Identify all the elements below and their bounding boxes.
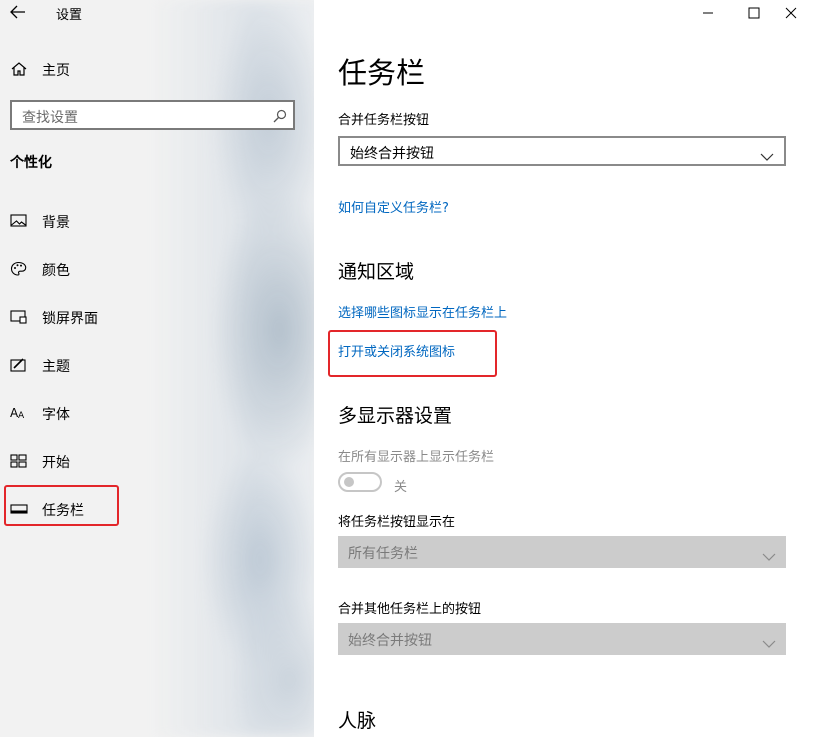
highlight-system-icons-link: [328, 330, 497, 377]
show-on-all-displays-label: 在所有显示器上显示任务栏: [338, 450, 495, 465]
search-icon: [273, 108, 287, 127]
svg-text:A: A: [18, 411, 25, 421]
section-title: 个性化: [10, 155, 52, 171]
sidebar-item-label: 开始: [42, 455, 70, 471]
highlight-taskbar-item: [4, 485, 119, 526]
close-button[interactable]: [768, 0, 814, 26]
chevron-down-icon: [762, 633, 776, 652]
lock-screen-icon: [10, 309, 28, 325]
sidebar-item-label: 锁屏界面: [42, 311, 98, 327]
sidebar-item-background[interactable]: 背景: [0, 201, 300, 241]
search-placeholder: 查找设置: [22, 110, 78, 126]
back-button[interactable]: [4, 0, 32, 26]
home-icon: [10, 61, 28, 77]
show-on-all-displays-toggle[interactable]: [338, 472, 382, 492]
people-heading: 人脉: [338, 710, 377, 732]
sidebar-item-home[interactable]: 主页: [0, 49, 300, 89]
sidebar-item-fonts[interactable]: AA 字体: [0, 393, 300, 433]
sidebar: 设置 主页 查找设置 个性化 背景 颜色 锁屏界面 主题 A A 字体 开始 任…: [0, 0, 314, 737]
chevron-down-icon: [760, 146, 774, 165]
search-input[interactable]: 查找设置: [10, 100, 295, 130]
show-buttons-on-label: 将任务栏按钮显示在: [338, 515, 456, 530]
show-buttons-on-dropdown[interactable]: 所有任务栏: [338, 536, 786, 568]
minimize-button[interactable]: [685, 0, 731, 26]
palette-icon: [10, 261, 28, 277]
sidebar-item-start[interactable]: 开始: [0, 441, 300, 481]
select-icons-link[interactable]: 选择哪些图标显示在任务栏上: [338, 302, 507, 321]
toggle-state-label: 关: [394, 480, 408, 495]
sidebar-item-label: 主页: [42, 63, 70, 79]
page-title: 任务栏: [338, 56, 426, 90]
font-icon: AA: [10, 405, 28, 421]
start-tiles-icon: [10, 453, 28, 469]
app-title: 设置: [56, 8, 83, 23]
notification-area-heading: 通知区域: [338, 261, 415, 283]
picture-icon: [10, 213, 28, 229]
sidebar-item-label: 字体: [42, 407, 70, 423]
combine-other-taskbars-label: 合并其他任务栏上的按钮: [338, 602, 482, 617]
theme-brush-icon: [10, 357, 28, 373]
maximize-icon: [748, 7, 760, 19]
minimize-icon: [703, 12, 713, 14]
sidebar-item-label: 背景: [42, 215, 70, 231]
sidebar-item-label: 颜色: [42, 263, 70, 279]
sidebar-item-label: 主题: [42, 359, 70, 375]
back-arrow-icon: [10, 5, 25, 19]
sidebar-item-lock-screen[interactable]: 锁屏界面: [0, 297, 300, 337]
chevron-down-icon: [762, 546, 776, 565]
combine-buttons-dropdown[interactable]: 始终合并按钮: [338, 136, 786, 166]
dropdown-value: 所有任务栏: [348, 546, 418, 562]
customize-taskbar-link[interactable]: 如何自定义任务栏?: [338, 197, 449, 216]
multi-display-heading: 多显示器设置: [338, 405, 453, 427]
close-icon: [785, 7, 797, 19]
combine-buttons-label: 合并任务栏按钮: [338, 113, 430, 128]
combine-other-taskbars-dropdown[interactable]: 始终合并按钮: [338, 623, 786, 655]
dropdown-value: 始终合并按钮: [348, 633, 432, 649]
sidebar-item-colors[interactable]: 颜色: [0, 249, 300, 289]
toggle-knob: [344, 477, 354, 487]
sidebar-item-themes[interactable]: 主题: [0, 345, 300, 385]
dropdown-value: 始终合并按钮: [350, 146, 434, 162]
